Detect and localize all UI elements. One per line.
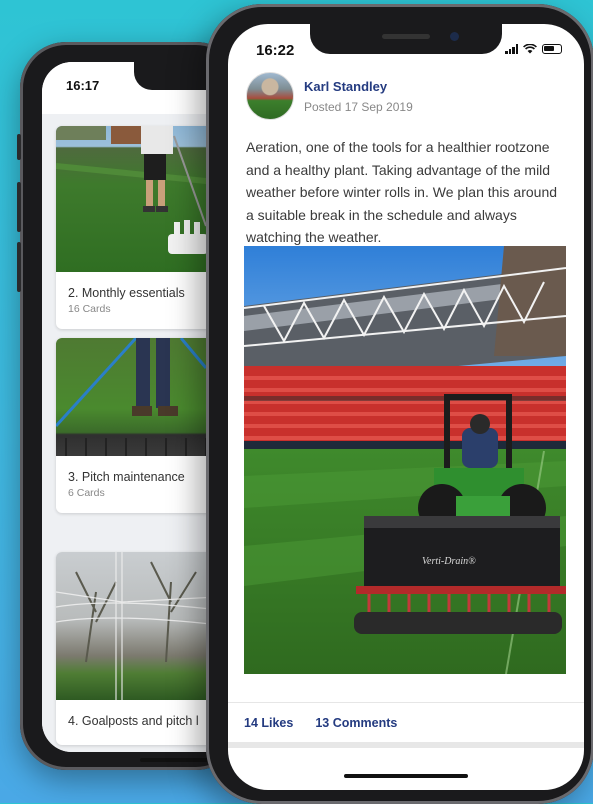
card-count: 6 Cards <box>68 487 105 499</box>
card-title: 2. Monthly essentials <box>68 286 185 300</box>
card-title: 3. Pitch maintenance <box>68 470 185 484</box>
card-count: 16 Cards <box>68 303 111 315</box>
post-body: Aeration, one of the tools for a healthi… <box>246 139 558 245</box>
status-time: 16:22 <box>256 42 295 59</box>
speaker <box>382 34 430 39</box>
comments-link[interactable]: 13 Comments <box>315 716 397 730</box>
post-actions: 14 Likes 13 Comments <box>228 702 584 743</box>
front-screen: 16:22 Karl Standley Posted 17 Sep 2019 A… <box>228 24 584 790</box>
home-indicator <box>344 774 468 778</box>
signal-icon <box>505 44 518 54</box>
front-phone: 16:22 Karl Standley Posted 17 Sep 2019 A… <box>206 4 593 804</box>
likes-link[interactable]: 14 Likes <box>244 716 293 730</box>
volume-down-button <box>17 242 21 292</box>
machine-brand: Verti-Drain® <box>422 556 476 567</box>
card-title: 4. Goalposts and pitch l <box>68 714 199 728</box>
wifi-icon <box>523 44 537 54</box>
notch <box>310 24 502 54</box>
divider <box>228 742 584 748</box>
post-photo[interactable]: Verti-Drain® <box>244 246 566 674</box>
status-time: 16:17 <box>66 78 100 93</box>
camera <box>450 32 459 41</box>
battery-icon <box>542 44 562 54</box>
avatar[interactable] <box>246 72 294 120</box>
post-author[interactable]: Karl Standley <box>304 79 413 94</box>
post-header: Karl Standley Posted 17 Sep 2019 <box>246 72 413 120</box>
volume-up-button <box>17 182 21 232</box>
status-icons <box>505 44 562 54</box>
mute-switch <box>17 134 21 160</box>
post-date: Posted 17 Sep 2019 <box>304 99 413 114</box>
